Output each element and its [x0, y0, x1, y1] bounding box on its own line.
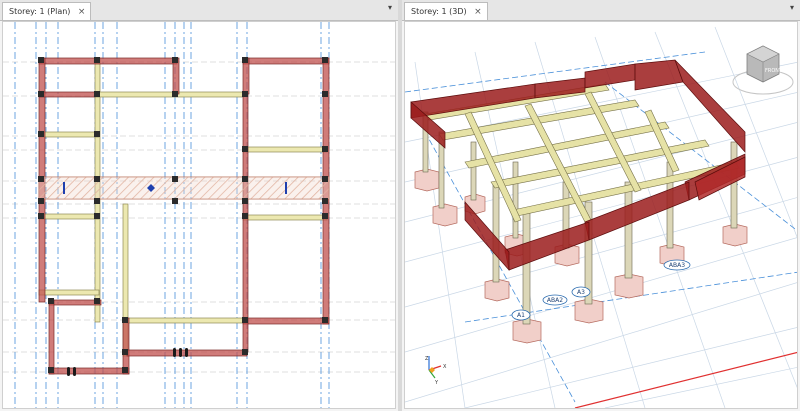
- 3d-view-pane: Storey: 1 (3D) × ▾ A1 ABA2 A3 ABA3 FRONT…: [402, 0, 800, 411]
- axis-z-label: Z: [425, 356, 429, 362]
- tab-3d-label: Storey: 1 (3D): [411, 7, 467, 16]
- 3d-tab-bar: Storey: 1 (3D) × ▾: [402, 0, 800, 21]
- plan-drawing: [3, 22, 395, 408]
- close-icon[interactable]: ×: [78, 3, 86, 21]
- plan-yellow-beams: [38, 57, 328, 357]
- grid-label-a1: A1: [517, 312, 525, 319]
- tab-plan[interactable]: Storey: 1 (Plan) ×: [2, 2, 92, 21]
- grid-label-aba3: ABA3: [669, 262, 685, 269]
- plan-view-pane: Storey: 1 (Plan) × ▾: [0, 0, 398, 411]
- axis-triad-icon: [428, 356, 442, 379]
- chevron-down-icon[interactable]: ▾: [790, 3, 794, 12]
- chevron-down-icon[interactable]: ▾: [388, 3, 392, 12]
- grid-label-aba2: ABA2: [547, 297, 563, 304]
- viewcube-face-label: FRONT: [765, 68, 783, 74]
- plan-canvas[interactable]: [2, 21, 396, 409]
- 3d-canvas[interactable]: A1 ABA2 A3 ABA3 FRONT Z X Y: [404, 21, 798, 409]
- 3d-red-box: [694, 156, 746, 201]
- plan-tab-bar: Storey: 1 (Plan) × ▾: [0, 0, 398, 21]
- axis-y-label: Y: [434, 380, 439, 386]
- 3d-model-drawing: A1 ABA2 A3 ABA3 FRONT Z X Y: [405, 26, 797, 408]
- viewcube[interactable]: FRONT: [732, 45, 794, 95]
- close-icon[interactable]: ×: [474, 3, 482, 21]
- tab-3d[interactable]: Storey: 1 (3D) ×: [404, 2, 488, 20]
- tab-plan-label: Storey: 1 (Plan): [9, 7, 71, 16]
- 3d-x-axis-line: [574, 351, 797, 408]
- grid-label-a3: A3: [577, 289, 585, 296]
- axis-x-label: X: [443, 364, 447, 370]
